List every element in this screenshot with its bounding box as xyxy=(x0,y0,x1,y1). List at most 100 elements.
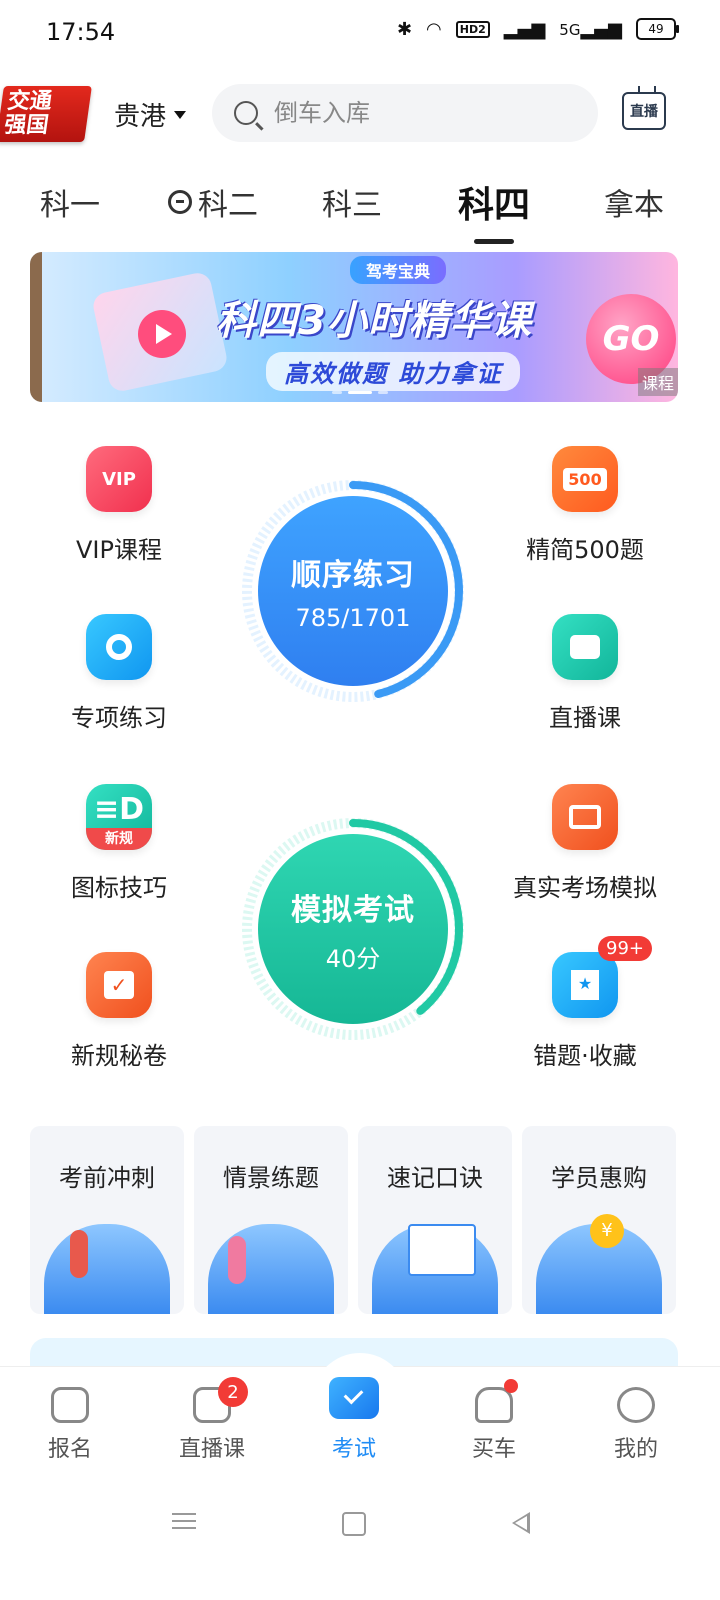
tab-get-license[interactable]: 拿本 xyxy=(604,180,664,224)
nav-label: 考试 xyxy=(331,1437,376,1462)
city-label: 贵港 xyxy=(114,102,167,132)
special-practice-entry[interactable]: 专项练习 xyxy=(44,614,194,733)
video-camera-icon xyxy=(552,614,618,680)
real-exam-sim-label: 真实考场模拟 xyxy=(513,874,657,902)
vip-course-entry[interactable]: VIP VIP课程 xyxy=(44,446,194,565)
new-rules-exam-entry[interactable]: ✓ 新规秘卷 xyxy=(44,952,194,1071)
real-exam-sim-entry[interactable]: 真实考场模拟 xyxy=(510,784,660,903)
card-student-deals[interactable]: 学员惠购 ¥ xyxy=(522,1126,676,1314)
live-course-entry[interactable]: 直播课 xyxy=(510,614,660,733)
signal-5g-icon: 5G▂▄▆ xyxy=(559,18,622,40)
mock-exam-score: 40分 xyxy=(325,944,381,973)
mistakes-count-badge: 99+ xyxy=(598,936,652,961)
city-selector[interactable]: 贵港 xyxy=(114,96,187,133)
mistakes-favorites-entry[interactable]: ★ 99+ 错题·收藏 xyxy=(510,936,660,1071)
tab-subject-4[interactable]: 科四 xyxy=(458,176,530,244)
target-icon xyxy=(86,614,152,680)
banner-pagination xyxy=(332,391,388,394)
nav-label: 直播课 xyxy=(178,1437,245,1462)
simplified-500-entry[interactable]: 500 精简500题 xyxy=(510,446,660,565)
card-memory-tips[interactable]: 速记口诀 xyxy=(358,1126,512,1314)
search-icon xyxy=(234,101,258,125)
500-questions-icon: 500 xyxy=(552,446,618,512)
logo-text-line2: 强国 xyxy=(2,113,51,138)
live-course-badge: 2 xyxy=(218,1377,248,1407)
nav-label: 报名 xyxy=(47,1437,92,1462)
checklist-icon: ✓ xyxy=(86,952,152,1018)
nav-mine[interactable]: 我的 xyxy=(586,1387,686,1463)
bottom-nav: 报名 2 直播课 考试 买车 我的 xyxy=(0,1353,720,1477)
hd-voice-icon: HD2 xyxy=(455,20,490,38)
card-title: 情景练题 xyxy=(223,1164,319,1192)
battery-icon: 49 xyxy=(636,18,679,40)
play-icon xyxy=(138,310,186,358)
live-tv-button[interactable]: 直播 xyxy=(622,92,666,130)
simplified-500-label: 精简500题 xyxy=(526,536,644,564)
logo-text-line1: 交通 xyxy=(6,89,54,114)
banner-headline: 科四3小时精华课 xyxy=(216,298,532,344)
new-rules-exam-label: 新规秘卷 xyxy=(71,1042,167,1070)
mistakes-favorites-label: 错题·收藏 xyxy=(533,1042,637,1070)
rocket-illustration xyxy=(44,1224,170,1314)
crossing-sign-illustration xyxy=(208,1224,334,1314)
system-home-button[interactable] xyxy=(342,1512,366,1536)
bookmark-star-icon: ★ 99+ xyxy=(552,936,652,1018)
tab-subject-3[interactable]: 科三 xyxy=(322,180,382,224)
nav-live-course[interactable]: 2 直播课 xyxy=(162,1377,262,1463)
tab-subject-1[interactable]: 科一 xyxy=(40,180,100,224)
system-back-button[interactable] xyxy=(512,1512,530,1534)
vip-icon: VIP xyxy=(86,446,152,512)
wifi-icon: ◠ xyxy=(426,18,442,40)
buy-car-dot xyxy=(504,1379,518,1393)
system-menu-button[interactable] xyxy=(172,1508,196,1534)
status-time: 17:54 xyxy=(46,18,116,46)
banner-prev-edge xyxy=(30,252,42,402)
card-title: 考前冲刺 xyxy=(59,1164,155,1192)
card-pre-exam-sprint[interactable]: 考前冲刺 xyxy=(30,1126,184,1314)
steering-wheel-icon xyxy=(168,190,192,214)
mock-exam-button[interactable]: 模拟考试 40分 xyxy=(240,816,466,1042)
live-course-label: 直播课 xyxy=(549,704,621,732)
smile-icon xyxy=(617,1387,655,1423)
promo-banner[interactable]: 驾考宝典 科四3小时精华课 高效做题 助力拿证 GO 课程 xyxy=(30,252,678,402)
banner-brand: 驾考宝典 xyxy=(350,256,447,284)
bluetooth-icon: ✱ xyxy=(396,18,413,40)
board-illustration xyxy=(408,1224,476,1276)
sign-tips-entry[interactable]: ≡D 新规 图标技巧 xyxy=(44,784,194,903)
mock-exam-title: 模拟考试 xyxy=(291,892,415,928)
card-scenario-practice[interactable]: 情景练题 xyxy=(194,1126,348,1314)
exam-folder-icon xyxy=(329,1377,379,1419)
status-icons: ✱ ◠ HD2 ▂▄▆ 5G▂▄▆ 49 xyxy=(396,18,679,40)
person-illustration xyxy=(70,1230,88,1278)
banner-tag: 课程 xyxy=(637,368,678,396)
nav-exam[interactable]: 考试 xyxy=(304,1377,404,1463)
caret-down-icon xyxy=(174,110,187,119)
person-illustration xyxy=(228,1236,246,1284)
monitor-icon xyxy=(552,784,618,850)
subject-tabs: 科一 科二 科三 科四 拿本 xyxy=(0,176,720,244)
sequential-title: 顺序练习 xyxy=(291,558,415,593)
search-input[interactable] xyxy=(272,98,576,128)
nav-label: 买车 xyxy=(471,1437,516,1462)
tab-subject-2[interactable]: 科二 xyxy=(168,180,258,224)
card-title: 速记口诀 xyxy=(387,1164,483,1192)
jiaotong-qiangguo-logo[interactable]: 交通 强国 xyxy=(0,86,92,142)
card-title: 学员惠购 xyxy=(551,1164,647,1192)
search-bar[interactable] xyxy=(212,84,598,142)
signal-sim1-icon: ▂▄▆ xyxy=(503,18,546,40)
nav-label: 我的 xyxy=(613,1437,658,1462)
mock-exam-inner: 模拟考试 40分 xyxy=(258,834,448,1024)
vip-course-label: VIP课程 xyxy=(76,536,162,564)
register-icon xyxy=(51,1387,89,1423)
yen-coin-icon: ¥ xyxy=(590,1214,624,1248)
sequential-inner: 顺序练习 785/1701 xyxy=(258,496,448,686)
sequential-practice-button[interactable]: 顺序练习 785/1701 xyxy=(240,478,466,704)
special-practice-label: 专项练习 xyxy=(71,704,167,732)
nav-buy-car[interactable]: 买车 xyxy=(444,1379,544,1463)
tab-subject-2-label: 科二 xyxy=(198,188,258,223)
banner-subline: 高效做题 助力拿证 xyxy=(266,352,521,391)
headlight-sign-icon: ≡D 新规 xyxy=(86,784,152,850)
sign-tips-label: 图标技巧 xyxy=(71,874,167,902)
sequential-progress-text: 785/1701 xyxy=(295,604,411,632)
nav-register[interactable]: 报名 xyxy=(20,1387,120,1463)
